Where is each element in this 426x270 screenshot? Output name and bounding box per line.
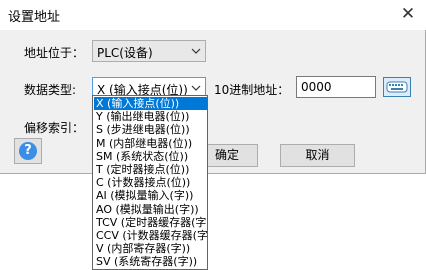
decimal-address-value: 0000 [301, 80, 332, 94]
dropdown-option[interactable]: M (内部继电器(位)) [94, 137, 207, 150]
chevron-down-icon [191, 85, 201, 91]
dialog-title: 设置地址 [8, 10, 61, 25]
decimal-address-label: 10进制地址： [214, 83, 290, 97]
dropdown-option[interactable]: CCV (计数器缓存器(字 [94, 229, 207, 242]
dropdown-option[interactable]: T (定时器接点(位)) [94, 163, 207, 176]
keyboard-button[interactable] [383, 77, 411, 97]
location-select[interactable]: PLC(设备) [92, 40, 206, 62]
dropdown-option[interactable]: AO (模拟量输出(字)) [94, 203, 207, 216]
dropdown-option[interactable]: S (步进继电器(位)) [94, 123, 207, 136]
title-bar: 设置地址 ✕ [0, 0, 426, 30]
chevron-down-icon [191, 48, 201, 54]
location-value: PLC(设备) [97, 46, 153, 60]
keyboard-icon [386, 81, 408, 93]
dropdown-option[interactable]: SV (系统寄存器(字)) [94, 255, 207, 268]
dropdown-option[interactable]: V (内部寄存器(字)) [94, 242, 207, 255]
dropdown-option[interactable]: SM (系统状态(位)) [94, 150, 207, 163]
help-icon: ? [19, 142, 37, 160]
data-type-dropdown-list[interactable]: X (输入接点(位)) Y (输出继电器(位)) S (步进继电器(位)) M (内部… [92, 95, 208, 270]
close-icon: ✕ [400, 4, 416, 24]
dropdown-option[interactable]: Y (输出继电器(位)) [94, 110, 207, 123]
data-type-label: 数据类型: [24, 83, 77, 97]
dropdown-option[interactable]: X (输入接点(位)) [94, 97, 207, 110]
decimal-address-input[interactable]: 0000 [296, 76, 376, 98]
help-button[interactable]: ? [14, 138, 42, 164]
dropdown-option[interactable]: C (计数器接点(位)) [94, 176, 207, 189]
set-address-dialog: 设置地址 ✕ 地址位于： PLC(设备) 数据类型: X (输入接点(位)) 1… [0, 0, 426, 174]
cancel-button[interactable]: 取消 [280, 144, 355, 167]
dropdown-option[interactable]: TCV (定时器缓存器(字 [94, 216, 207, 229]
close-button[interactable]: ✕ [390, 0, 426, 30]
offset-index-label: 偏移索引： [24, 121, 85, 135]
location-label: 地址位于： [24, 46, 85, 60]
dropdown-option[interactable]: AI (模拟量输入(字)) [94, 189, 207, 202]
